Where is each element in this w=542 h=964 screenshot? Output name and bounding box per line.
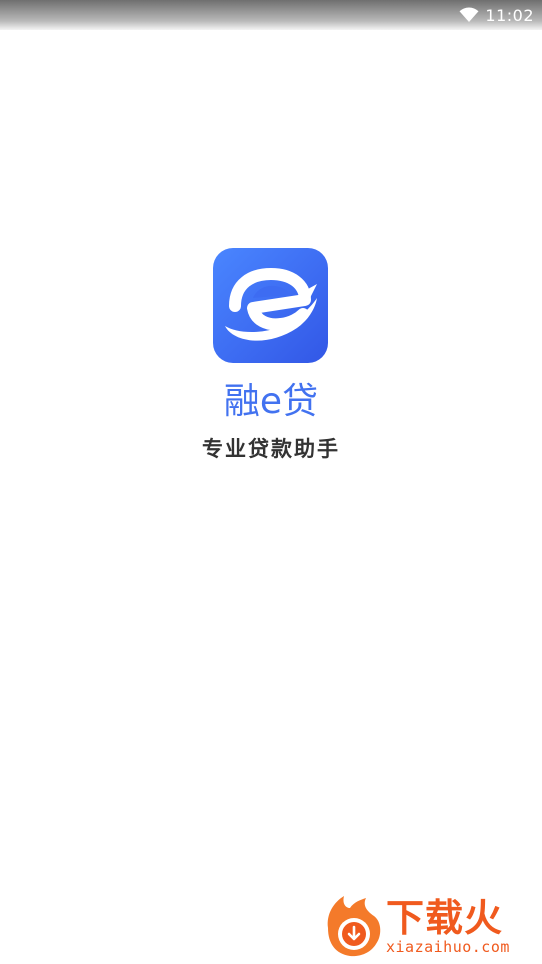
app-slogan: 专业贷款助手 [202,437,340,461]
watermark-url: xiazaihuo.com [386,938,510,956]
status-bar-right: 11:02 [459,4,534,26]
watermark: 下载火 xiazaihuo.com [320,894,536,958]
app-logo-e-icon [213,248,328,363]
status-bar: 11:02 [0,0,542,30]
status-time: 11:02 [485,5,534,25]
wifi-icon [459,7,479,23]
app-name: 融e贷 [223,381,319,422]
flame-icon [327,896,381,957]
watermark-title: 下载火 [386,896,504,940]
splash-screen: 11:02 融e贷 专业贷款助手 下载火 xiazaihuo.com [0,0,542,964]
